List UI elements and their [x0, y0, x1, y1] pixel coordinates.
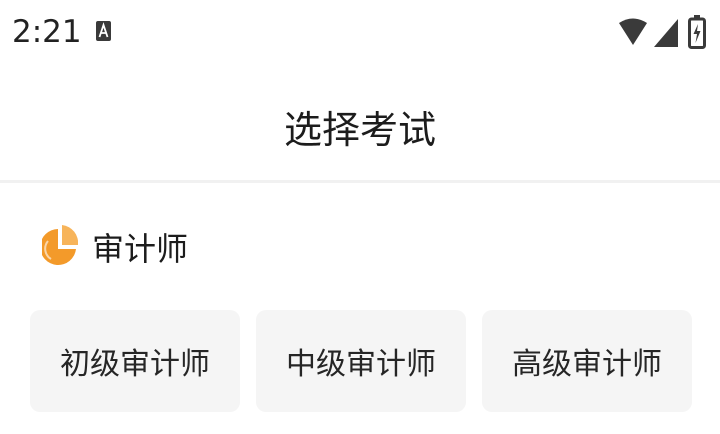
- status-time: 2:21: [12, 14, 82, 50]
- battery-icon: [688, 15, 706, 49]
- option-senior-auditor-button[interactable]: 高级审计师: [482, 310, 692, 412]
- pie-chart-icon: [42, 225, 78, 265]
- a-notification-icon: [96, 21, 111, 41]
- wifi-icon: [619, 18, 647, 45]
- app-screen: 2:21 选择考试 审计师 初级审计师 中级审计师 高级审计师: [0, 0, 720, 434]
- app-header: 选择考试: [0, 72, 720, 180]
- exam-level-options: 初级审计师 中级审计师 高级审计师: [30, 310, 692, 412]
- section-header: 审计师: [42, 222, 188, 272]
- option-intermediate-auditor-button[interactable]: 中级审计师: [256, 310, 466, 412]
- option-label: 中级审计师: [286, 347, 436, 382]
- section-title: 审计师: [92, 230, 189, 268]
- option-label: 初级审计师: [60, 347, 210, 382]
- cell-signal-icon: [654, 19, 678, 47]
- status-bar: 2:21: [0, 0, 720, 72]
- page-title: 选择考试: [283, 107, 436, 152]
- header-divider: [0, 180, 720, 183]
- option-label: 高级审计师: [512, 347, 662, 382]
- option-junior-auditor-button[interactable]: 初级审计师: [30, 310, 240, 412]
